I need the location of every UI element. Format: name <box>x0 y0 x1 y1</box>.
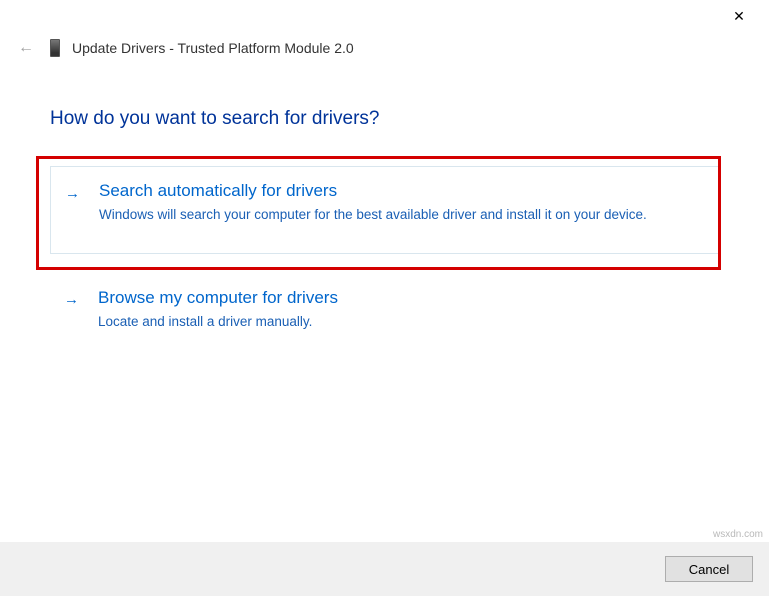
device-icon <box>50 39 60 57</box>
titlebar: ✕ <box>0 0 769 32</box>
options-list: → Search automatically for drivers Windo… <box>50 166 719 335</box>
close-icon: ✕ <box>733 8 745 25</box>
header-row: ← Update Drivers - Trusted Platform Modu… <box>0 32 769 62</box>
footer-bar: Cancel <box>0 542 769 596</box>
arrow-right-icon: → <box>65 185 80 202</box>
option-description: Windows will search your computer for th… <box>99 205 700 225</box>
watermark-text: wsxdn.com <box>713 529 763 540</box>
page-question: How do you want to search for drivers? <box>50 108 719 130</box>
option-browse-computer[interactable]: → Browse my computer for drivers Locate … <box>50 284 719 336</box>
cancel-button[interactable]: Cancel <box>665 556 753 582</box>
content-area: How do you want to search for drivers? →… <box>0 62 769 335</box>
option-search-automatically[interactable]: → Search automatically for drivers Windo… <box>50 166 719 254</box>
wizard-title: Update Drivers - Trusted Platform Module… <box>72 40 354 56</box>
option-title: Browse my computer for drivers <box>98 288 701 308</box>
option-auto-host: → Search automatically for drivers Windo… <box>50 166 719 254</box>
option-title: Search automatically for drivers <box>99 181 700 201</box>
back-arrow-icon[interactable]: ← <box>18 39 34 57</box>
arrow-right-icon: → <box>64 291 79 308</box>
close-button[interactable]: ✕ <box>716 0 762 32</box>
option-description: Locate and install a driver manually. <box>98 312 701 332</box>
